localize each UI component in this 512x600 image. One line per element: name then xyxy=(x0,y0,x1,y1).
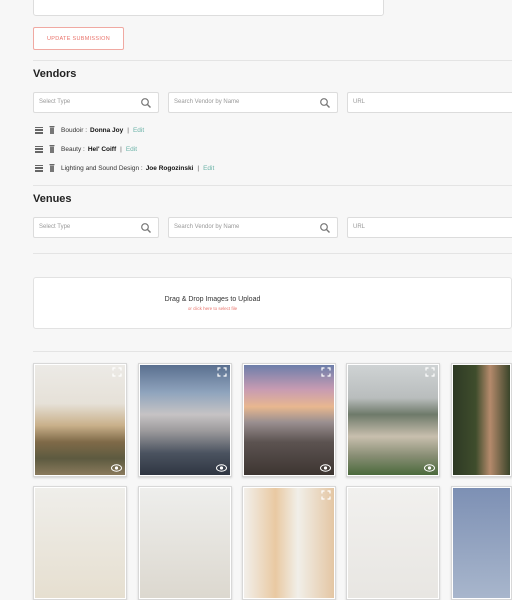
vendor-item: Beauty : Hel' Coiff | Edit xyxy=(35,143,137,155)
vendor-url-input[interactable]: URL xyxy=(347,92,512,113)
vendor-name: Donna Joy xyxy=(90,126,124,134)
vendor-name: Hel' Coiff xyxy=(87,145,117,153)
divider xyxy=(33,351,512,352)
search-icon xyxy=(320,223,330,233)
photo-thumbnail[interactable] xyxy=(33,486,127,600)
divider xyxy=(33,60,512,61)
divider xyxy=(33,253,512,254)
photo-thumbnail[interactable] xyxy=(346,363,440,477)
photo-thumbnail[interactable] xyxy=(451,363,512,477)
expand-icon[interactable] xyxy=(425,367,435,377)
venue-type-placeholder: Select Type xyxy=(39,224,71,230)
vendor-search-placeholder: Search Vendor by Name xyxy=(174,99,240,105)
venue-search-placeholder: Search Vendor by Name xyxy=(174,224,240,230)
vendor-type-select[interactable]: Select Type xyxy=(33,92,159,113)
update-submission-button[interactable]: UPDATE SUBMISSION xyxy=(33,27,124,50)
drag-handle-icon[interactable] xyxy=(35,145,43,153)
vendor-separator: | xyxy=(120,145,122,153)
venue-url-placeholder: URL xyxy=(353,224,366,230)
vendor-category: Beauty : xyxy=(61,145,85,153)
eye-icon[interactable] xyxy=(111,464,122,472)
venue-url-input[interactable]: URL xyxy=(347,217,512,238)
vendor-item: Boudoir : Donna Joy | Edit xyxy=(35,124,144,136)
venue-search-input[interactable]: Search Vendor by Name xyxy=(168,217,338,238)
notes-textarea[interactable] xyxy=(33,0,384,16)
photo-thumbnail[interactable] xyxy=(138,486,232,600)
photo-thumbnail[interactable] xyxy=(242,363,336,477)
vendor-type-placeholder: Select Type xyxy=(39,99,71,105)
image-upload-dropzone[interactable]: Drag & Drop Images to Upload or click he… xyxy=(33,277,512,329)
expand-icon[interactable] xyxy=(217,367,227,377)
vendor-url-placeholder: URL xyxy=(353,99,366,105)
vendor-edit-link[interactable]: Edit xyxy=(126,146,137,153)
search-icon xyxy=(320,98,330,108)
expand-icon[interactable] xyxy=(112,367,122,377)
divider xyxy=(33,185,512,186)
vendor-category: Boudoir : xyxy=(61,126,88,134)
vendor-item: Lighting and Sound Design : Joe Rogozins… xyxy=(35,162,214,174)
dropzone-title: Drag & Drop Images to Upload xyxy=(164,296,261,303)
vendor-separator: | xyxy=(127,126,129,134)
dropzone-select-file-link[interactable]: or click here to select file xyxy=(34,306,511,311)
photo-thumbnail[interactable] xyxy=(242,486,336,600)
trash-icon[interactable] xyxy=(49,164,55,172)
vendor-separator: | xyxy=(197,164,200,172)
vendor-search-input[interactable]: Search Vendor by Name xyxy=(168,92,338,113)
photo-thumbnail[interactable] xyxy=(33,363,127,477)
vendor-category: Lighting and Sound Design : xyxy=(61,164,143,172)
eye-icon[interactable] xyxy=(216,464,227,472)
eye-icon[interactable] xyxy=(424,464,435,472)
photo-thumbnail[interactable] xyxy=(138,363,232,477)
photo-thumbnail[interactable] xyxy=(451,486,512,600)
expand-icon[interactable] xyxy=(321,367,331,377)
trash-icon[interactable] xyxy=(49,145,55,153)
drag-handle-icon[interactable] xyxy=(35,164,43,172)
venues-title: Venues xyxy=(33,193,72,205)
expand-icon[interactable] xyxy=(321,490,331,500)
vendor-name: Joe Rogozinski xyxy=(145,164,194,172)
venue-type-select[interactable]: Select Type xyxy=(33,217,159,238)
search-icon xyxy=(141,223,151,233)
drag-handle-icon[interactable] xyxy=(35,126,43,134)
vendor-edit-link[interactable]: Edit xyxy=(133,127,144,134)
search-icon xyxy=(141,98,151,108)
trash-icon[interactable] xyxy=(49,126,55,134)
photo-thumbnail[interactable] xyxy=(346,486,440,600)
vendor-edit-link[interactable]: Edit xyxy=(203,165,214,172)
vendors-title: Vendors xyxy=(33,68,77,80)
eye-icon[interactable] xyxy=(320,464,331,472)
